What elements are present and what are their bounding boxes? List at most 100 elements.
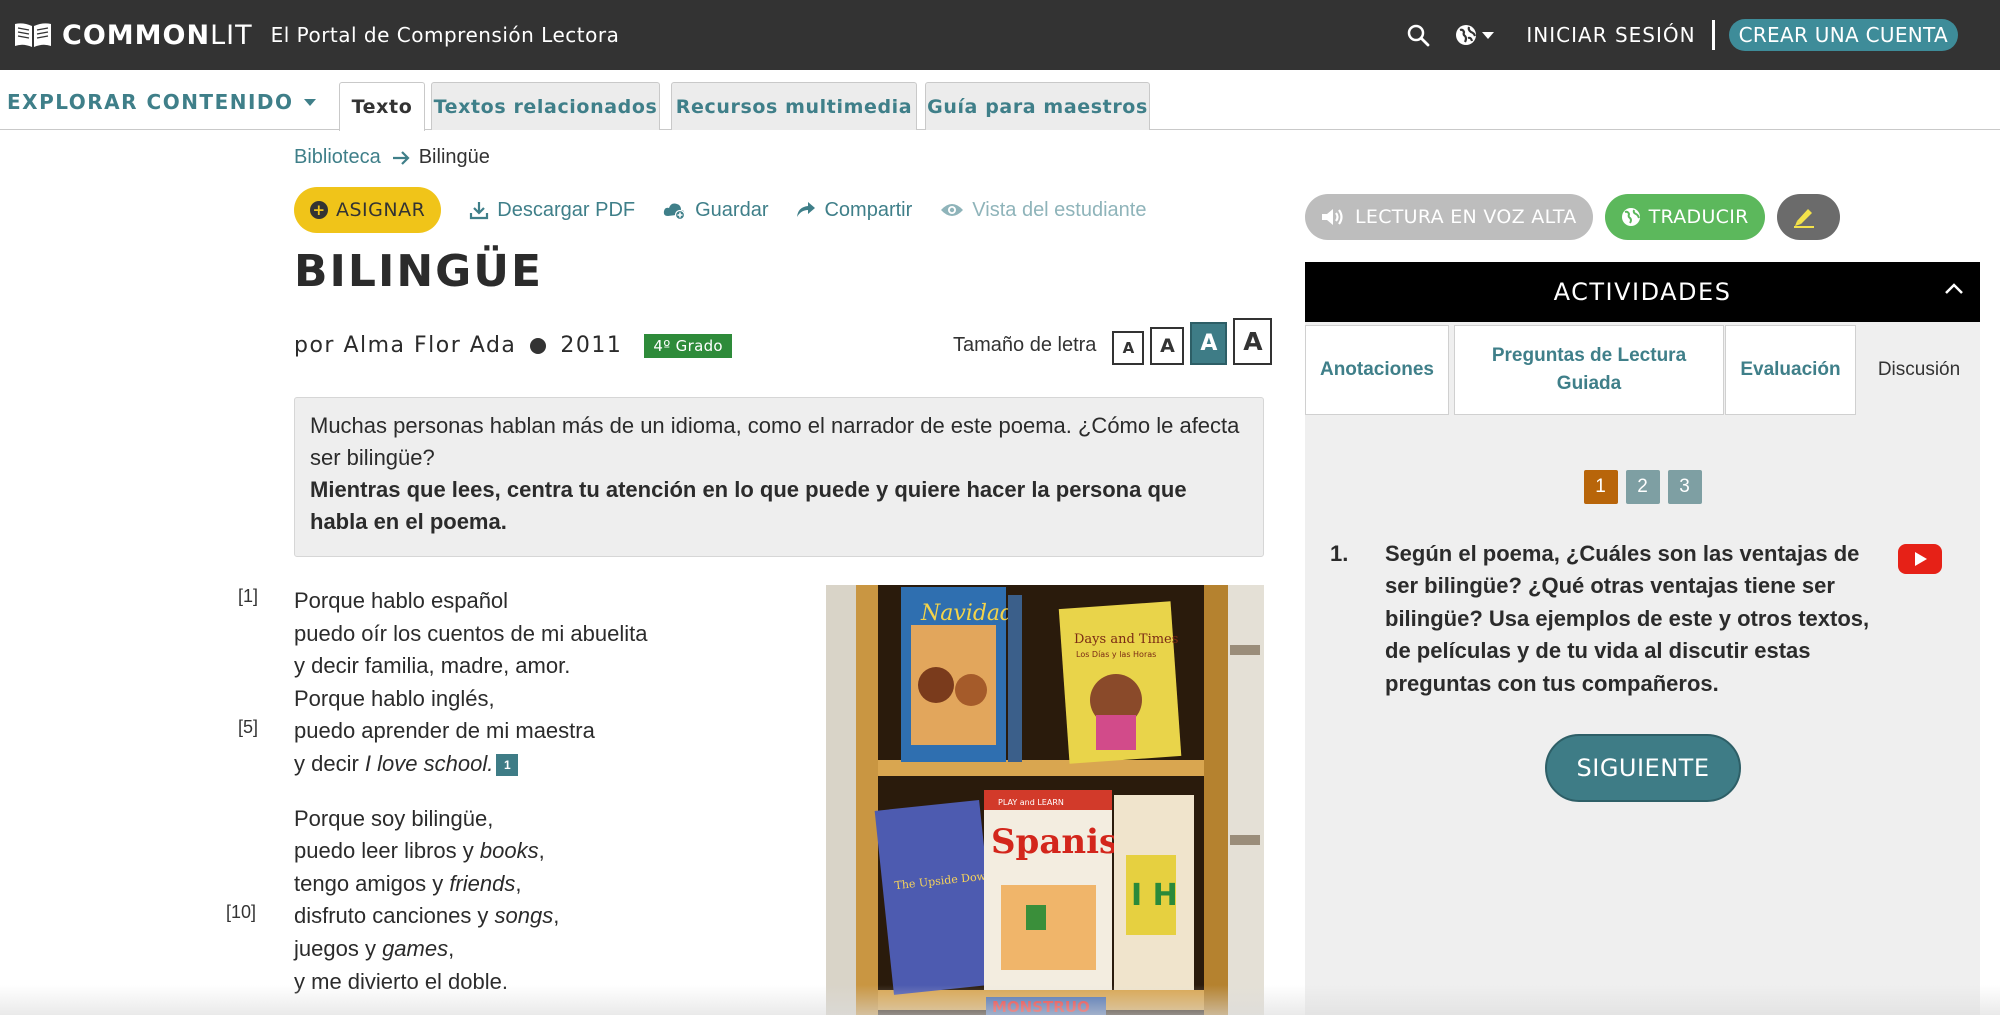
- explore-content-dropdown[interactable]: EXPLORAR CONTENIDO: [7, 90, 316, 114]
- reading-focus-text: Mientras que lees, centra tu atención en…: [310, 477, 1187, 534]
- open-book-icon: [15, 23, 51, 47]
- stanza: Porque soy bilingüe, puedo leer libros y…: [294, 803, 647, 999]
- font-size-control: Tamaño de letra A A A A: [953, 318, 1273, 365]
- poem-text: Porque hablo español puedo oír los cuent…: [294, 585, 647, 998]
- top-navigation-bar: COMMONLIT El Portal de Comprensión Lecto…: [0, 0, 2000, 70]
- chevron-down-icon: [1482, 31, 1495, 39]
- poem-line: Porque soy bilingüe,: [294, 805, 494, 831]
- tab-assessment[interactable]: Evaluación: [1725, 325, 1856, 415]
- poem-line: y decir I love school. 1: [294, 748, 647, 781]
- assign-label: ASIGNAR: [336, 199, 426, 221]
- brand-name: COMMONLIT: [62, 19, 253, 51]
- student-view-label: Vista del estudiante: [972, 198, 1147, 221]
- reading-tools: LECTURA EN VOZ ALTA TRADUCIR: [1305, 194, 1840, 240]
- share-label: Compartir: [824, 198, 913, 221]
- activities-panel: Anotaciones Preguntas de Lectura Guiada …: [1305, 322, 1980, 1015]
- poem-line: Porque hablo español: [294, 588, 509, 613]
- save-link[interactable]: Guardar: [663, 199, 768, 222]
- tab-teacher-guide[interactable]: Guía para maestros: [925, 82, 1150, 130]
- poem-line: y decir familia, madre, amor.: [294, 653, 571, 679]
- text-actions-toolbar: + ASIGNAR Descargar PDF Guardar Comparti…: [294, 187, 1146, 233]
- book-cover-title: MONSTRUO: [992, 998, 1090, 1015]
- login-link[interactable]: INICIAR SESIÓN: [1526, 23, 1695, 47]
- poem-line: Porque hablo inglés,: [294, 685, 495, 711]
- chevron-up-icon[interactable]: [1944, 282, 1964, 296]
- poem-italic-run: books: [479, 838, 539, 864]
- question-number: 1.: [1330, 541, 1349, 566]
- breadcrumb-current: Bilingüe: [418, 146, 490, 168]
- plus-circle-icon: +: [310, 201, 328, 219]
- introduction-text: Muchas personas hablan más de un idioma,…: [310, 413, 1240, 470]
- line-number: [5]: [238, 717, 259, 737]
- translate-button[interactable]: TRADUCIR: [1604, 194, 1765, 240]
- poem-line: puedo oír los cuentos de mi abuelita: [294, 620, 648, 646]
- poem-line: puedo leer libros y books,: [294, 838, 545, 864]
- separator-dot: [530, 337, 547, 354]
- translate-label: TRADUCIR: [1648, 206, 1749, 228]
- speaker-icon: [1322, 209, 1343, 225]
- cloud-plus-icon: [663, 203, 686, 219]
- download-pdf-link[interactable]: Descargar PDF: [469, 199, 635, 222]
- highlighter-pen-icon: [1794, 209, 1815, 228]
- book-cover-kicker: PLAY and LEARN: [998, 798, 1064, 807]
- assign-button[interactable]: + ASIGNAR: [294, 187, 442, 233]
- tab-text[interactable]: Texto: [339, 82, 425, 131]
- download-icon: [470, 202, 489, 220]
- youtube-icon[interactable]: [1898, 544, 1942, 579]
- grade-badge: 4º Grado: [644, 333, 732, 358]
- introduction-box: Muchas personas hablan más de un idioma,…: [294, 397, 1264, 557]
- page-button-2[interactable]: 2: [1625, 470, 1660, 504]
- explore-content-label: EXPLORAR CONTENIDO: [7, 90, 294, 114]
- next-button[interactable]: SIGUIENTE: [1545, 734, 1741, 802]
- read-aloud-label: LECTURA EN VOZ ALTA: [1355, 206, 1577, 228]
- breadcrumb-library-link[interactable]: Biblioteca: [294, 146, 381, 169]
- activities-tabs: Anotaciones Preguntas de Lectura Guiada …: [1305, 325, 1980, 415]
- activities-header[interactable]: ACTIVIDADES: [1305, 262, 1980, 322]
- footnote-marker[interactable]: 1: [496, 754, 519, 777]
- tab-multimedia[interactable]: Recursos multimedia: [671, 82, 917, 130]
- tab-annotations[interactable]: Anotaciones: [1305, 325, 1449, 415]
- poem-italic-run: friends: [449, 870, 516, 896]
- tab-guided-reading-questions[interactable]: Preguntas de Lectura Guiada: [1454, 325, 1724, 415]
- poem-text-run: tengo amigos y: [294, 870, 450, 896]
- commonlit-logo[interactable]: COMMONLIT: [14, 20, 253, 51]
- eye-icon: [941, 204, 964, 216]
- arrow-right-icon: [392, 150, 410, 165]
- poem-line: puedo aprender de mi maestra: [294, 718, 595, 744]
- read-aloud-button[interactable]: LECTURA EN VOZ ALTA: [1305, 194, 1593, 240]
- highlighter-button[interactable]: [1776, 194, 1840, 240]
- poem-line: y me divierto el doble.: [294, 968, 508, 994]
- font-size-xlarge-button[interactable]: A: [1233, 318, 1273, 365]
- page-button-1[interactable]: 1: [1583, 470, 1618, 504]
- save-label: Guardar: [695, 198, 769, 221]
- question-pagination: 1 2 3: [1305, 470, 1980, 504]
- bookshelf-photo: Navidad Days and Times Los Días y las Ho…: [826, 585, 1264, 1015]
- chevron-down-icon: [303, 98, 316, 106]
- question-text: Según el poema, ¿Cuáles son las ventajas…: [1385, 541, 1870, 696]
- poem-text-run: disfruto canciones y: [294, 903, 495, 929]
- text-byline: por Alma Flor Ada 2011 4º Grado: [294, 333, 732, 358]
- signup-button[interactable]: CREAR UNA CUENTA: [1728, 19, 1958, 51]
- font-size-large-button[interactable]: A: [1190, 322, 1228, 365]
- student-view-link[interactable]: Vista del estudiante: [940, 199, 1146, 222]
- tab-related-texts[interactable]: Textos relacionados: [431, 82, 660, 130]
- globe-icon: [1621, 208, 1640, 226]
- font-size-medium-button[interactable]: A: [1150, 327, 1185, 365]
- book-cover-subtitle: Los Días y las Horas: [1076, 650, 1156, 659]
- language-globe-icon[interactable]: [1455, 24, 1495, 46]
- poem-text-run: y decir: [294, 750, 365, 776]
- bookshelf-illustration: Navidad Days and Times Los Días y las Ho…: [826, 585, 1264, 1015]
- poem-italic-run: songs: [494, 903, 554, 929]
- page-button-3[interactable]: 3: [1667, 470, 1702, 504]
- poem-text-run: juegos y: [294, 935, 383, 961]
- search-icon[interactable]: [1403, 20, 1433, 50]
- font-size-small-button[interactable]: A: [1112, 331, 1145, 365]
- share-link[interactable]: Compartir: [796, 199, 912, 222]
- tab-discussion[interactable]: Discusión: [1858, 325, 1980, 415]
- book-cover-letters: I H: [1131, 878, 1178, 913]
- font-size-label: Tamaño de letra: [953, 334, 1097, 356]
- stanza: Porque hablo español puedo oír los cuent…: [294, 585, 647, 781]
- book-cover-title: Navidad: [920, 601, 1014, 626]
- poem-italic-run: games: [382, 935, 449, 961]
- text-title: BILINGÜE: [294, 246, 544, 297]
